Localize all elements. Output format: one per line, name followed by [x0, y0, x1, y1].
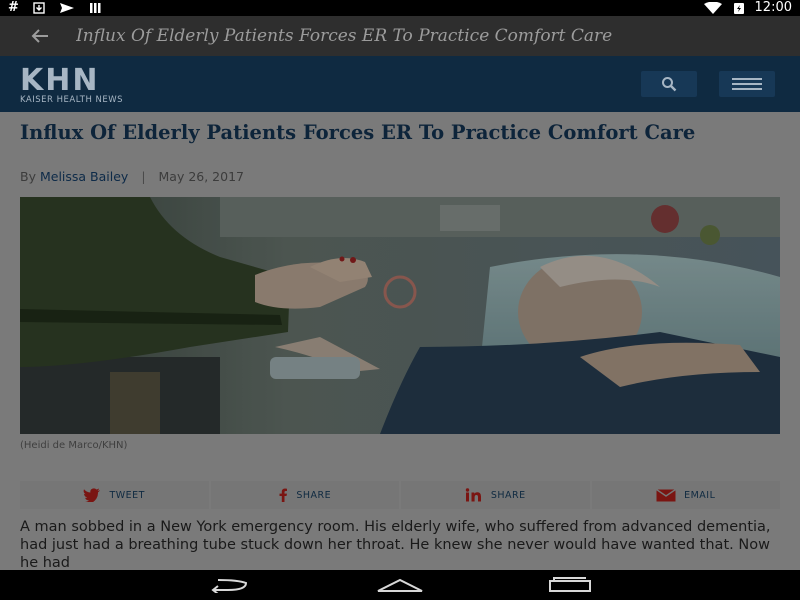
app-toolbar: Influx Of Elderly Patients Forces ER To …: [0, 16, 800, 56]
search-icon: [662, 77, 677, 92]
status-bar: # 12:00: [0, 0, 800, 16]
linkedin-icon: [465, 488, 481, 502]
storage-icon: [89, 3, 101, 13]
hash-icon: #: [8, 0, 19, 15]
share-label: EMAIL: [684, 489, 716, 501]
download-icon: [33, 2, 45, 14]
hamburger-icon: [732, 78, 762, 90]
article-headline: Influx Of Elderly Patients Forces ER To …: [20, 121, 696, 144]
back-nav-icon: [211, 579, 248, 593]
facebook-icon: [279, 488, 288, 502]
site-header: KHN KAISER HEALTH NEWS: [0, 56, 800, 112]
share-email-button[interactable]: EMAIL: [591, 481, 780, 509]
share-linkedin-button[interactable]: SHARE: [401, 481, 590, 509]
publish-date: May 26, 2017: [158, 169, 244, 184]
home-nav-icon: [377, 578, 423, 592]
share-twitter-button[interactable]: TWEET: [20, 481, 209, 509]
share-label: SHARE: [296, 489, 332, 501]
byline-prefix: By: [20, 169, 36, 184]
twitter-icon: [83, 488, 101, 502]
logo-mark: KHN: [20, 63, 100, 98]
recents-nav-icon: [549, 577, 591, 592]
battery-icon: [733, 2, 744, 14]
nav-recents-button[interactable]: [545, 574, 595, 596]
share-bar: TWEET SHARE SHARE EMAIL: [20, 481, 780, 509]
share-facebook-button[interactable]: SHARE: [210, 481, 399, 509]
back-arrow-icon[interactable]: [28, 24, 52, 48]
nav-back-button[interactable]: [205, 574, 255, 596]
system-nav-bar: [0, 570, 800, 600]
byline-separator: |: [141, 169, 146, 184]
menu-button[interactable]: [719, 71, 775, 97]
article-photo: [20, 197, 780, 434]
toolbar-title: Influx Of Elderly Patients Forces ER To …: [76, 26, 613, 46]
share-label: SHARE: [490, 489, 526, 501]
logo-subtitle: KAISER HEALTH NEWS: [20, 95, 124, 105]
send-icon: [59, 3, 74, 13]
status-time: 12:00: [754, 0, 792, 15]
article-body: A man sobbed in a New York emergency roo…: [20, 519, 771, 571]
search-button[interactable]: [641, 71, 697, 97]
wifi-icon: [703, 2, 722, 14]
email-icon: [656, 488, 676, 501]
author-link[interactable]: Melissa Bailey: [40, 169, 128, 184]
khn-logo[interactable]: KHN KAISER HEALTH NEWS: [20, 66, 160, 106]
byline: By Melissa Bailey | May 26, 2017: [20, 169, 244, 184]
photo-caption: (Heidi de Marco/KHN): [20, 440, 128, 451]
nav-home-button[interactable]: [375, 574, 425, 596]
share-label: TWEET: [109, 489, 145, 501]
